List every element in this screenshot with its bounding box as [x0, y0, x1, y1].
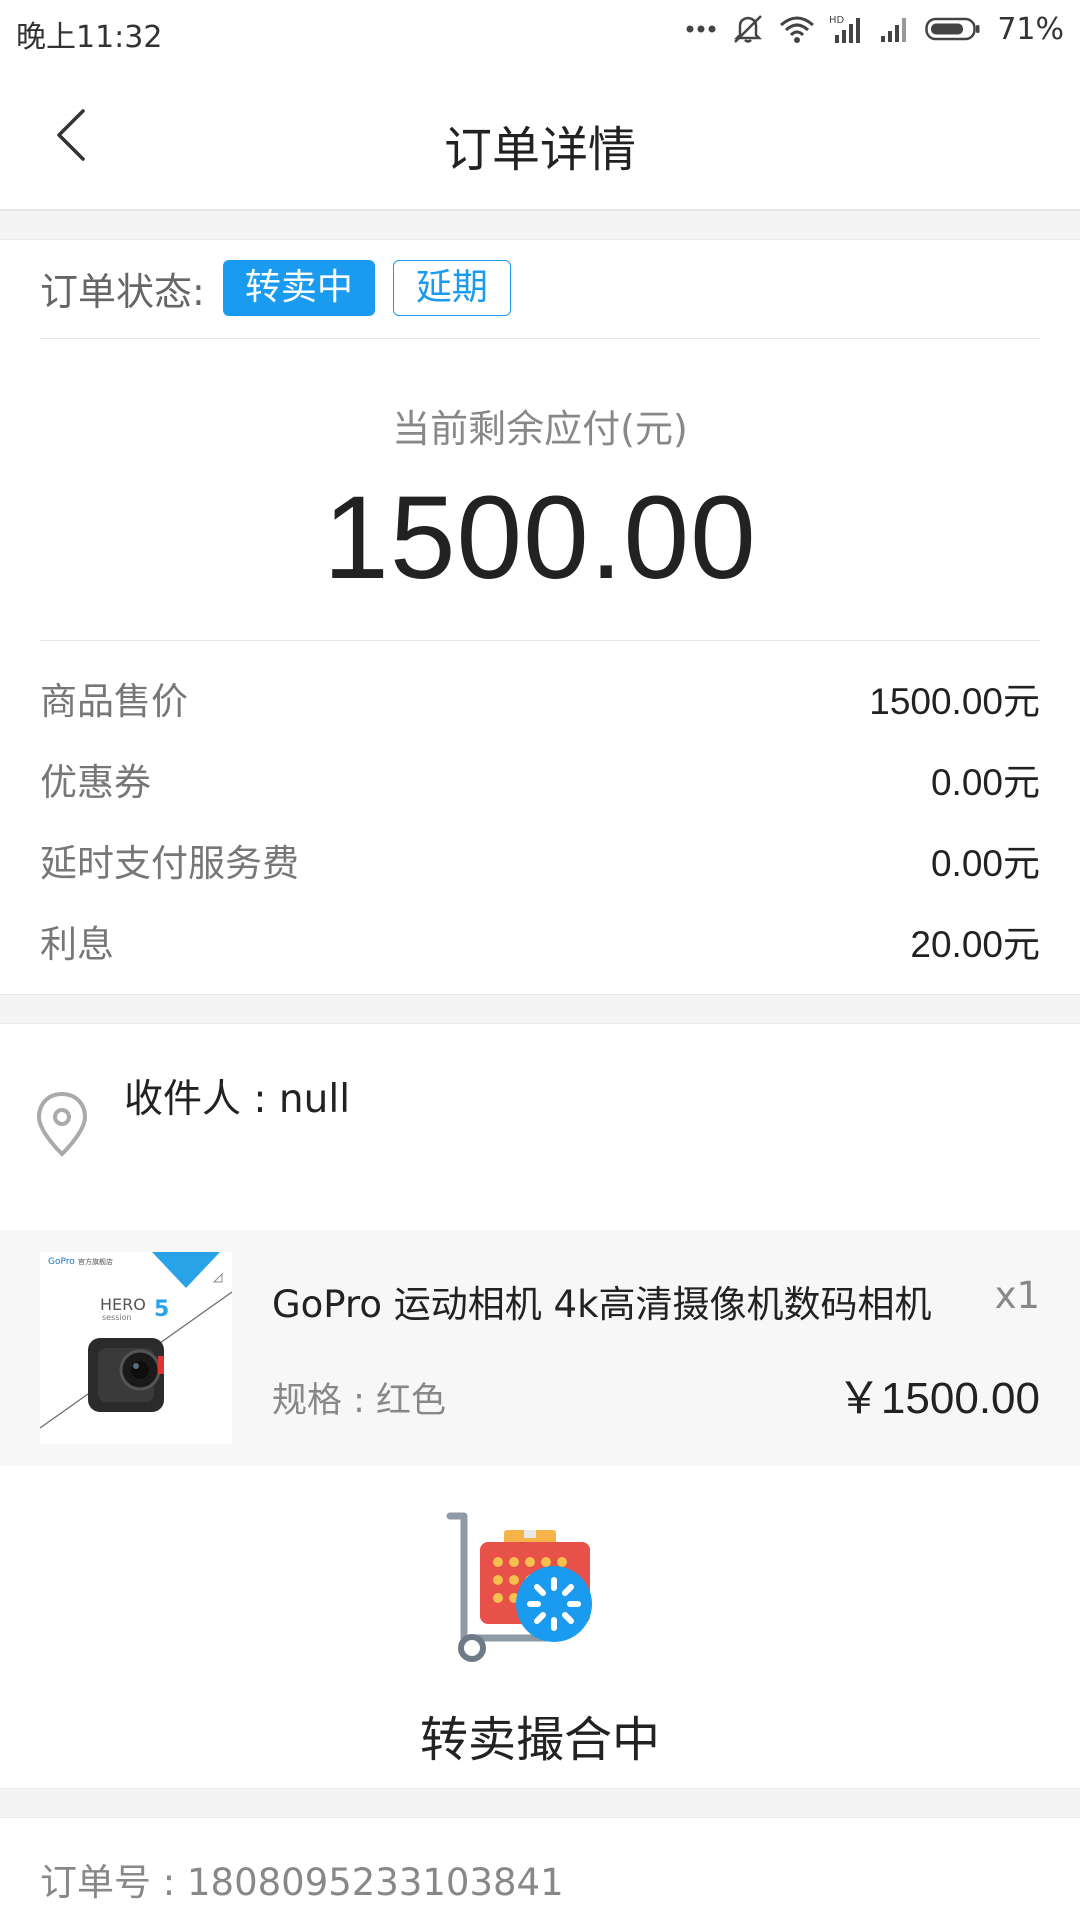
product-card[interactable]: GoPro 官方旗舰店 HERO 5 session GoPro 运动相机 4k…: [0, 1230, 1080, 1466]
svg-text:HD: HD: [829, 15, 845, 26]
divider: [40, 640, 1040, 641]
svg-text:官方旗舰店: 官方旗舰店: [78, 1257, 113, 1266]
fee-row-coupon: 优惠券 0.00元: [40, 749, 1040, 809]
recipient-name: 收件人 : null: [124, 1077, 351, 1122]
battery-icon: [925, 16, 981, 42]
remaining-payable-label: 当前剩余应付(元): [392, 407, 688, 451]
svg-text:HERO: HERO: [100, 1295, 146, 1314]
product-thumbnail: GoPro 官方旗舰店 HERO 5 session: [40, 1252, 232, 1444]
fee-name: 优惠券: [40, 761, 151, 804]
more-dots-icon: [685, 24, 717, 34]
svg-text:session: session: [102, 1313, 132, 1322]
section-gap: [0, 994, 1080, 1024]
fee-name: 利息: [40, 923, 114, 966]
fee-value: 0.00元: [930, 843, 1040, 884]
status-badge-reselling: 转卖中: [222, 260, 375, 316]
remaining-payable-amount: 1500.00: [323, 472, 757, 604]
battery-level: 71%: [997, 11, 1064, 47]
divider: [40, 338, 1040, 339]
signal-hd-icon: HD: [829, 13, 865, 45]
page-title: 订单详情: [443, 122, 636, 178]
section-gap: [0, 1788, 1080, 1818]
fee-row-interest: 利息 20.00元: [40, 911, 1040, 971]
status-time: 晚上11:32: [16, 20, 163, 55]
status-badge-extended: 延期: [392, 260, 511, 316]
order-number: 订单号 : 1808095233103841: [40, 1861, 564, 1904]
order-status-label: 订单状态:: [40, 269, 205, 314]
fee-name: 延时支付服务费: [40, 842, 299, 885]
mute-icon: [731, 13, 765, 45]
section-gap: [0, 210, 1080, 240]
svg-text:GoPro: GoPro: [48, 1257, 75, 1267]
status-icons: HD 71%: [685, 10, 1064, 48]
fee-name: 商品售价: [40, 680, 188, 723]
fee-value: 0.00元: [930, 762, 1040, 803]
matching-status-text: 转卖撮合中: [419, 1712, 660, 1768]
product-price: ￥1500.00: [836, 1374, 1040, 1423]
product-spec: 规格 : 红色: [272, 1381, 447, 1421]
order-status-row: 订单状态: 转卖中 延期: [40, 260, 511, 316]
product-name: GoPro 运动相机 4k高清摄像机数码相机: [272, 1283, 932, 1326]
wifi-icon: [779, 14, 815, 44]
svg-text:5: 5: [154, 1297, 169, 1322]
signal-icon: [879, 14, 911, 44]
fee-value: 20.00元: [910, 924, 1040, 965]
status-bar: 晚上11:32 HD 71%: [0, 0, 1080, 58]
location-pin-icon: [34, 1090, 90, 1160]
product-quantity: x1: [994, 1274, 1040, 1317]
fee-value: 1500.00元: [869, 681, 1040, 722]
fee-row-price: 商品售价 1500.00元: [40, 668, 1040, 728]
title-bar: 订单详情: [0, 58, 1080, 210]
shopping-cart-loading-icon: [440, 1508, 640, 1668]
fee-row-delay-service: 延时支付服务费 0.00元: [40, 830, 1040, 890]
